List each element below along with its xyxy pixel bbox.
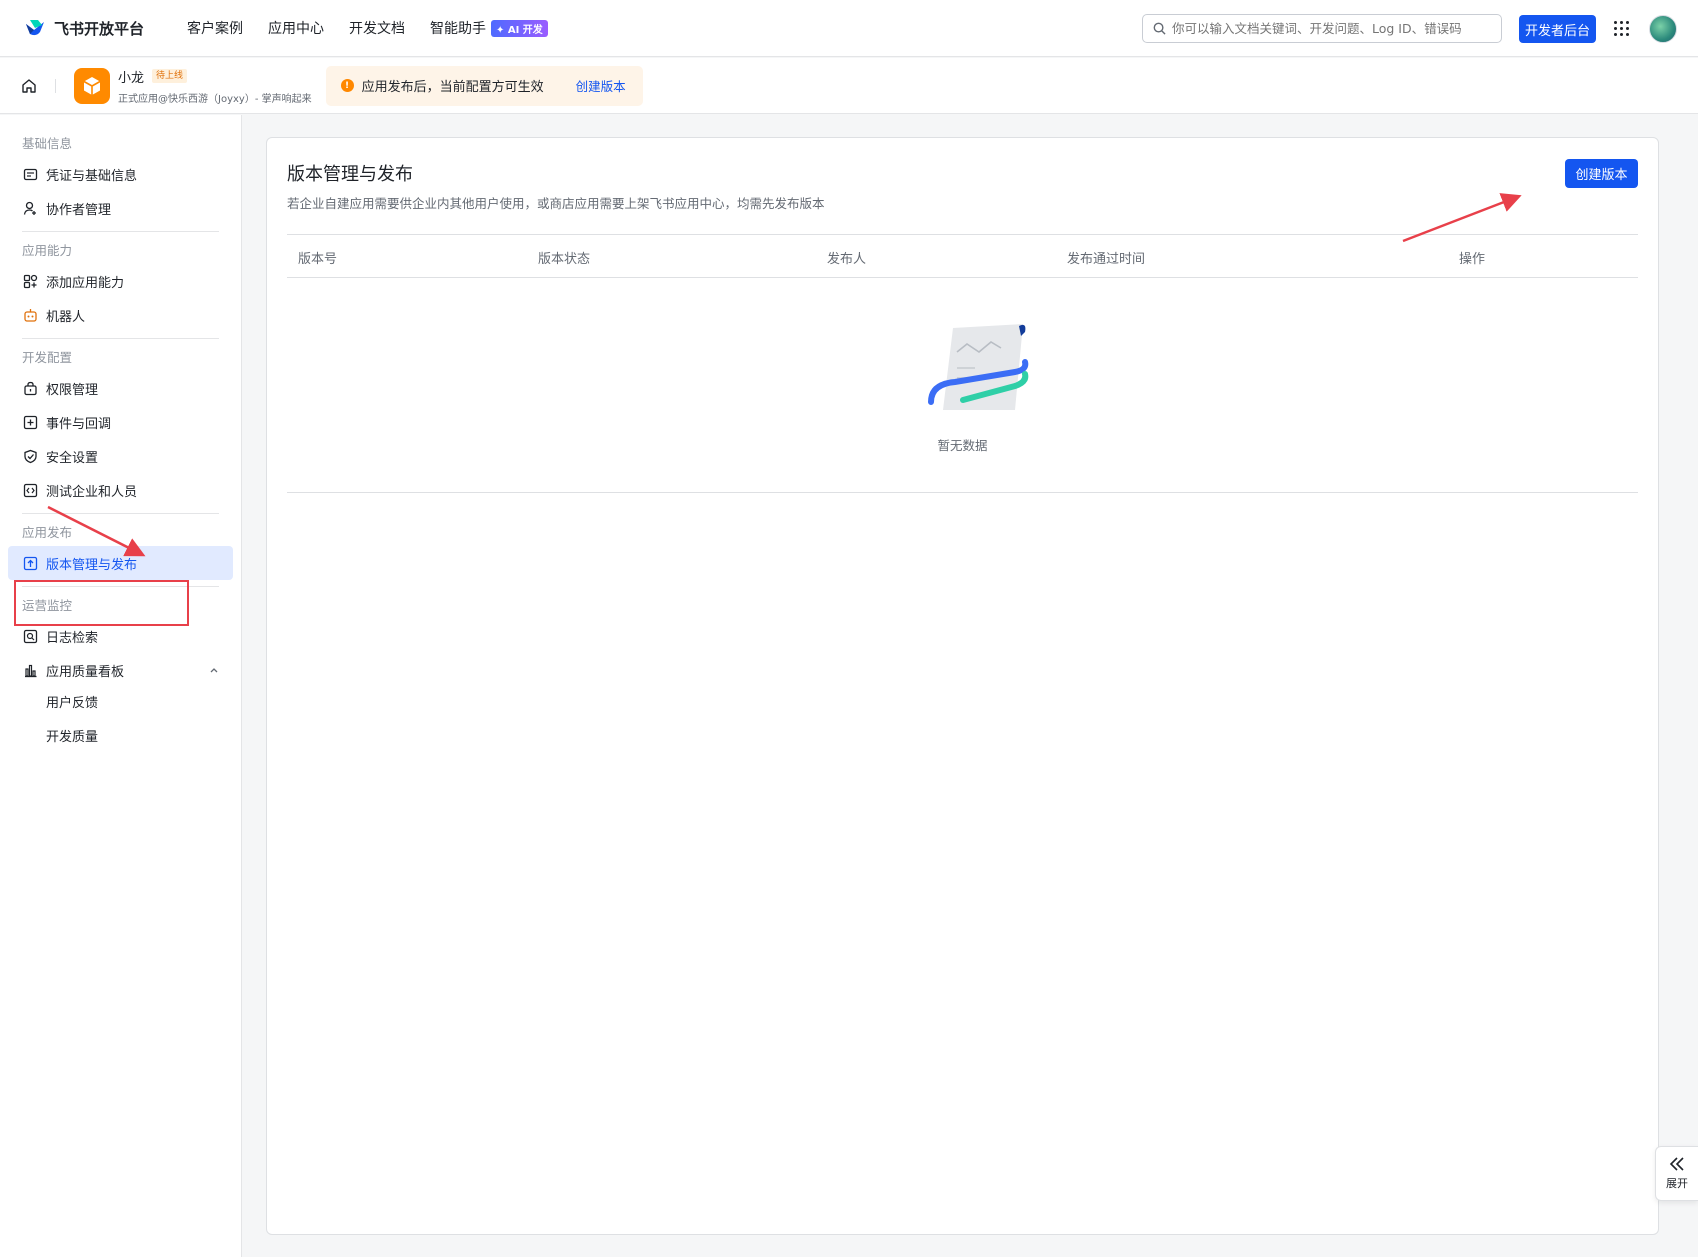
search-box[interactable] xyxy=(1142,14,1502,43)
sidebar-item-label: 安全设置 xyxy=(46,450,99,466)
publish-notice: ! 应用发布后，当前配置方可生效 创建版本 xyxy=(325,65,643,106)
warning-icon: ! xyxy=(340,79,354,92)
sidebar-item-label: 权限管理 xyxy=(46,382,99,398)
sidebar-item-label: 版本管理与发布 xyxy=(46,557,138,573)
column-approval-time: 发布通过时间 xyxy=(1067,252,1146,267)
empty-state-text: 暂无数据 xyxy=(937,438,988,453)
nav-smart-assistant-label: 智能助手 xyxy=(430,21,486,37)
sidebar-item-credentials[interactable]: 凭证与基础信息 xyxy=(8,157,233,191)
column-version-number: 版本号 xyxy=(298,252,338,267)
divider xyxy=(22,231,219,232)
table-header: 版本号 版本状态 发布人 发布通过时间 操作 xyxy=(287,234,1638,278)
apps-grid-icon[interactable] xyxy=(1613,20,1630,37)
app-header: 小龙 待上线 正式应用@快乐西游（Joyxy）- 掌声响起来 ! 应用发布后，当… xyxy=(0,58,1698,114)
chevron-up-icon[interactable] xyxy=(209,665,219,675)
sidebar-item-bot[interactable]: 机器人 xyxy=(8,298,233,332)
sidebar-item-label: 协作者管理 xyxy=(46,202,112,218)
bar-chart-icon xyxy=(23,663,38,678)
sidebar: 基础信息 凭证与基础信息 协作者管理 应用能力 添加应用能力 机器人 开发配置 … xyxy=(0,115,242,1257)
shield-icon xyxy=(23,449,38,464)
upload-icon xyxy=(23,556,38,571)
sidebar-item-permissions[interactable]: 权限管理 xyxy=(8,371,233,405)
main-nav: 客户案例 应用中心 开发文档 智能助手 ✦ AI 开发 xyxy=(187,18,573,38)
sidebar-item-label: 测试企业和人员 xyxy=(46,484,138,500)
home-icon[interactable] xyxy=(20,77,38,95)
create-version-link[interactable]: 创建版本 xyxy=(576,76,626,95)
nav-dev-docs[interactable]: 开发文档 xyxy=(349,18,405,38)
code-icon xyxy=(23,483,38,498)
user-add-icon xyxy=(23,201,38,216)
search-input[interactable] xyxy=(1172,21,1492,36)
sidebar-item-security[interactable]: 安全设置 xyxy=(8,439,233,473)
column-publisher: 发布人 xyxy=(827,252,867,267)
sidebar-item-label: 事件与回调 xyxy=(46,416,112,432)
divider xyxy=(22,513,219,514)
sidebar-item-label: 凭证与基础信息 xyxy=(46,168,138,184)
ai-dev-badge: ✦ AI 开发 xyxy=(491,19,548,37)
expand-label: 展开 xyxy=(1666,1177,1688,1190)
app-name: 小龙 xyxy=(118,70,145,86)
sidebar-item-label: 应用质量看板 xyxy=(46,664,125,680)
empty-document-icon xyxy=(928,324,1029,410)
notice-text: 应用发布后，当前配置方可生效 xyxy=(361,80,544,95)
column-version-status: 版本状态 xyxy=(538,252,591,267)
robot-icon xyxy=(23,308,38,323)
event-plus-icon xyxy=(23,415,38,430)
brand-name: 飞书开放平台 xyxy=(54,19,145,38)
empty-state: 暂无数据 xyxy=(287,278,1638,493)
sidebar-item-test-companies[interactable]: 测试企业和人员 xyxy=(8,473,233,507)
sidebar-group-publish: 应用发布 xyxy=(22,525,73,540)
double-chevron-left-icon xyxy=(1669,1157,1684,1171)
app-icon xyxy=(74,67,110,104)
nav-smart-assistant[interactable]: 智能助手 ✦ AI 开发 xyxy=(430,18,548,38)
user-avatar[interactable] xyxy=(1649,15,1677,43)
app-info: 小龙 待上线 正式应用@快乐西游（Joyxy）- 掌声响起来 xyxy=(118,67,312,105)
annotation-highlight-box xyxy=(14,580,189,626)
nav-customer-cases[interactable]: 客户案例 xyxy=(187,18,243,38)
sidebar-item-events[interactable]: 事件与回调 xyxy=(8,405,233,439)
divider xyxy=(55,78,56,93)
page-description: 若企业自建应用需要供企业内其他用户使用，或商店应用需要上架飞书应用中心，均需先发… xyxy=(287,196,825,211)
search-icon xyxy=(1153,22,1166,35)
log-search-icon xyxy=(23,629,38,644)
sidebar-item-label: 日志检索 xyxy=(46,630,99,646)
brand-logo[interactable]: 飞书开放平台 xyxy=(24,18,187,39)
create-version-button[interactable]: 创建版本 xyxy=(1565,159,1638,188)
sidebar-item-version-management[interactable]: 版本管理与发布 xyxy=(8,546,233,580)
nav-app-center[interactable]: 应用中心 xyxy=(268,18,324,38)
apps-add-icon xyxy=(23,274,38,289)
version-management-card: 版本管理与发布 若企业自建应用需要供企业内其他用户使用，或商店应用需要上架飞书应… xyxy=(266,137,1659,1235)
sidebar-item-add-capability[interactable]: 添加应用能力 xyxy=(8,264,233,298)
top-navbar: 飞书开放平台 客户案例 应用中心 开发文档 智能助手 ✦ AI 开发 开发者后台 xyxy=(0,0,1698,57)
app-subtitle: 正式应用@快乐西游（Joyxy）- 掌声响起来 xyxy=(118,93,312,105)
divider xyxy=(22,338,219,339)
column-actions: 操作 xyxy=(1459,252,1486,267)
sidebar-item-label: 机器人 xyxy=(46,309,86,325)
cube-icon xyxy=(83,76,101,95)
sidebar-item-quality-dashboard[interactable]: 应用质量看板 xyxy=(8,653,233,687)
expand-panel-button[interactable]: 展开 xyxy=(1655,1146,1698,1201)
feishu-logo-icon xyxy=(26,20,44,36)
lock-icon xyxy=(23,381,38,396)
sidebar-subitem-user-feedback[interactable]: 用户反馈 xyxy=(0,687,241,721)
credentials-icon xyxy=(23,167,38,182)
sidebar-item-collaborators[interactable]: 协作者管理 xyxy=(8,191,233,225)
sidebar-item-label: 添加应用能力 xyxy=(46,275,125,291)
sidebar-subitem-dev-quality[interactable]: 开发质量 xyxy=(0,721,241,755)
sidebar-group-basic: 基础信息 xyxy=(22,136,73,151)
sidebar-group-dev-config: 开发配置 xyxy=(22,350,73,365)
developer-console-button[interactable]: 开发者后台 xyxy=(1519,15,1596,43)
sidebar-group-capabilities: 应用能力 xyxy=(22,243,73,258)
status-badge: 待上线 xyxy=(152,69,188,83)
page-title: 版本管理与发布 xyxy=(287,164,413,185)
